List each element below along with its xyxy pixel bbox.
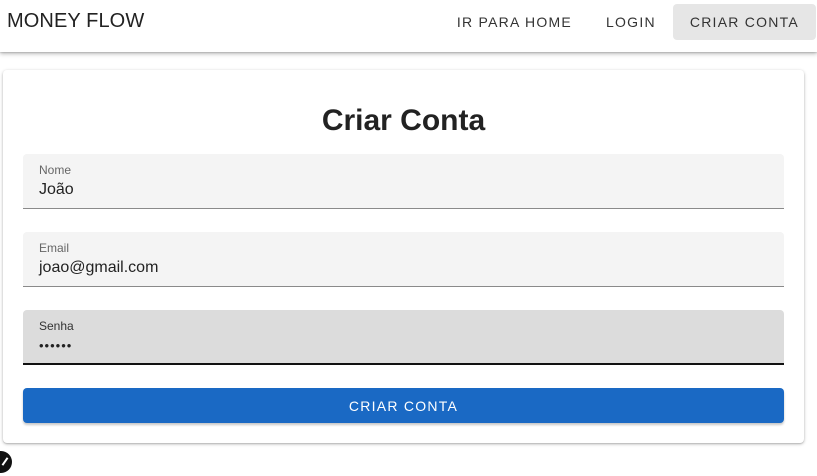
nav-home-button[interactable]: IR PARA HOME (440, 4, 589, 40)
nav-login-button[interactable]: LOGIN (589, 4, 673, 40)
nav-create-account-button[interactable]: CRIAR CONTA (672, 4, 816, 40)
create-account-submit-button[interactable]: CRIAR CONTA (23, 388, 784, 423)
name-field-label: Nome (39, 163, 72, 177)
password-field-label: Senha (39, 319, 74, 333)
brand-title: MONEY FLOW (7, 10, 145, 32)
signup-card: Criar Conta Nome João Email joao@gmail.c… (3, 70, 804, 443)
top-nav: IR PARA HOME LOGIN CRIAR CONTA (440, 4, 816, 40)
email-field-value[interactable]: joao@gmail.com (39, 259, 158, 277)
password-field[interactable]: Senha •••••• (23, 310, 784, 365)
email-field[interactable]: Email joao@gmail.com (23, 232, 784, 287)
page-title: Criar Conta (321, 104, 486, 137)
app-bar: MONEY FLOW IR PARA HOME LOGIN CRIAR CONT… (0, 0, 817, 52)
name-field-value[interactable]: João (39, 181, 74, 199)
email-field-label: Email (39, 241, 70, 255)
password-field-value[interactable]: •••••• (39, 338, 72, 353)
name-field[interactable]: Nome João (23, 154, 784, 209)
floating-devtools-icon[interactable] (0, 451, 12, 473)
